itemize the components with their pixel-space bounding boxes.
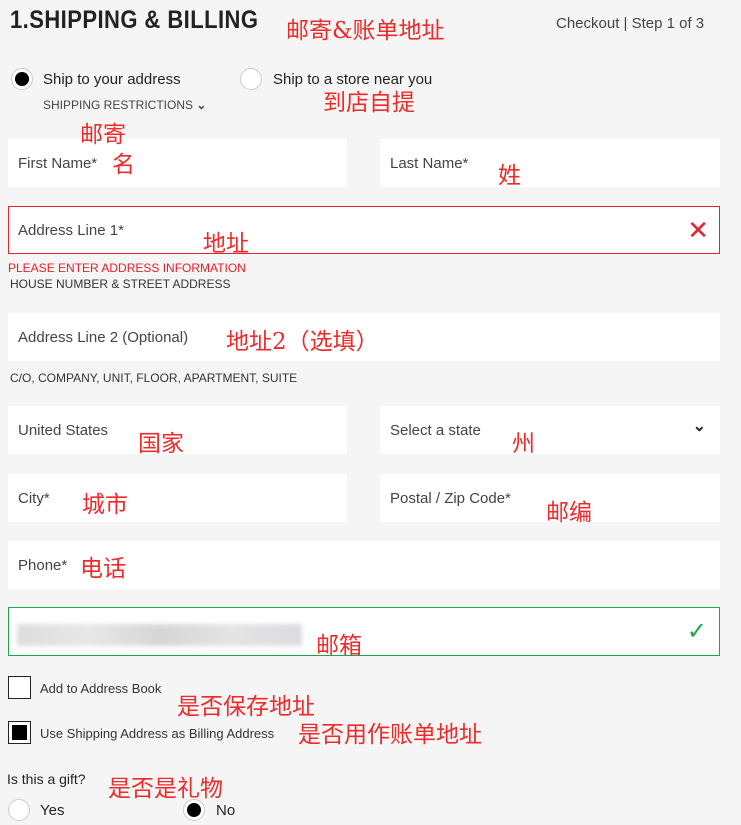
gift-yes-radio[interactable]: [8, 799, 30, 821]
blurred-email-value: [17, 624, 302, 646]
annotation: 邮寄&账单地址: [286, 18, 445, 44]
annotation: 地址2（选填）: [226, 329, 379, 355]
annotation: 城市: [82, 492, 128, 518]
country-value: United States: [18, 422, 109, 439]
annotation: 是否保存地址: [177, 694, 315, 720]
annotation: 姓: [498, 163, 521, 189]
last-name-placeholder: Last Name*: [390, 155, 469, 172]
address-line-2-placeholder: Address Line 2 (Optional): [18, 329, 189, 346]
postal-code-placeholder: Postal / Zip Code*: [390, 490, 511, 507]
page-title: 1.SHIPPING & BILLING: [10, 6, 259, 34]
chevron-down-icon: ⌄: [692, 418, 706, 435]
annotation: 是否是礼物: [108, 776, 223, 802]
annotation: 名: [112, 152, 135, 178]
shipping-restrictions-toggle[interactable]: SHIPPING RESTRICTIONS ⌄: [43, 98, 206, 112]
address-error-message: PLEASE ENTER ADDRESS INFORMATION: [8, 261, 246, 275]
city-field[interactable]: City*: [8, 474, 347, 522]
ship-to-address-radio[interactable]: [11, 68, 33, 90]
phone-placeholder: Phone*: [18, 557, 68, 574]
ship-to-address-label: Ship to your address: [43, 71, 181, 88]
error-x-icon: ✕: [687, 215, 709, 245]
email-field[interactable]: ✓: [8, 607, 720, 656]
use-shipping-as-billing-checkbox[interactable]: [8, 721, 31, 744]
annotation: 邮箱: [316, 633, 362, 659]
gift-no-label: No: [216, 802, 236, 819]
use-shipping-as-billing-label: Use Shipping Address as Billing Address: [40, 726, 275, 741]
ship-to-store-radio[interactable]: [240, 68, 262, 90]
city-placeholder: City*: [18, 490, 50, 507]
first-name-field[interactable]: First Name*: [8, 139, 347, 187]
gift-yes-label: Yes: [40, 802, 65, 819]
valid-check-icon: ✓: [686, 618, 707, 645]
annotation: 国家: [138, 431, 184, 457]
annotation: 邮编: [546, 500, 592, 526]
checkout-step: Checkout | Step 1 of 3: [556, 15, 705, 32]
annotation: 电话: [80, 556, 126, 582]
annotation: 是否用作账单地址: [298, 722, 482, 748]
annotation: 州: [512, 431, 535, 457]
last-name-field[interactable]: Last Name*: [380, 139, 720, 187]
annotation: 邮寄: [80, 122, 126, 148]
address-line-1-placeholder: Address Line 1*: [18, 222, 124, 239]
first-name-placeholder: First Name*: [18, 155, 98, 172]
address-line-1-field[interactable]: Address Line 1* ✕: [8, 206, 720, 254]
address-line-1-help: HOUSE NUMBER & STREET ADDRESS: [10, 277, 231, 291]
state-value: Select a state: [390, 422, 481, 439]
annotation: 地址: [203, 231, 249, 257]
add-to-address-book-label: Add to Address Book: [40, 681, 162, 696]
chevron-down-icon: ⌄: [196, 98, 207, 112]
shipping-restrictions-label: SHIPPING RESTRICTIONS: [43, 98, 194, 112]
add-to-address-book-checkbox[interactable]: [8, 676, 31, 699]
annotation: 到店自提: [323, 90, 415, 116]
state-select[interactable]: Select a state ⌄: [380, 406, 720, 454]
address-line-2-help: C/O, COMPANY, UNIT, FLOOR, APARTMENT, SU…: [10, 371, 298, 385]
gift-question: Is this a gift?: [7, 771, 86, 787]
